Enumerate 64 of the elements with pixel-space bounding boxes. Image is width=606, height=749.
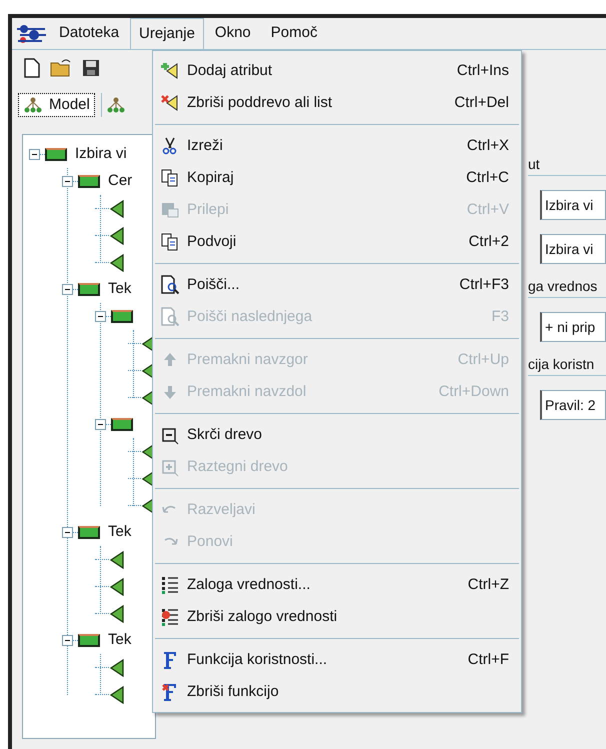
triangle-cross-icon — [160, 93, 180, 113]
magnifier-page-icon — [160, 307, 180, 327]
folder-icon — [78, 634, 100, 647]
triangle-icon — [109, 550, 125, 568]
text-field[interactable]: Izbira vi — [540, 190, 606, 220]
folder-icon — [45, 148, 67, 161]
triangle-icon — [109, 200, 125, 218]
menu-item[interactable]: Funkcija koristnosti... Ctrl+F — [153, 644, 521, 676]
collapse-toggle[interactable] — [62, 284, 73, 295]
tree-node-label[interactable]: Tek — [108, 629, 132, 652]
tree-node-label[interactable]: Cer — [108, 170, 132, 193]
triangle-icon — [109, 686, 125, 704]
triangle-plus-icon — [160, 61, 180, 81]
duplicate-icon — [160, 232, 180, 252]
open-folder-icon[interactable] — [50, 58, 72, 78]
menu-item[interactable]: Kopiraj Ctrl+C — [153, 162, 521, 194]
network-icon — [23, 96, 43, 114]
list-icon — [160, 575, 180, 595]
menu-item[interactable]: Poišči... Ctrl+F3 — [153, 269, 521, 301]
menu-bar-item[interactable]: Datoteka — [50, 17, 128, 50]
collapse-toggle[interactable] — [95, 419, 106, 430]
folder-icon — [78, 283, 100, 296]
folder-icon — [111, 310, 133, 323]
tree-node-label[interactable]: Izbira vi — [75, 143, 127, 166]
menu-bar-item[interactable]: Pomoč — [262, 17, 326, 50]
collapse-toggle[interactable] — [62, 176, 73, 187]
text-field[interactable]: + ni prip — [540, 312, 606, 342]
collapse-toggle[interactable] — [62, 527, 73, 538]
folder-icon — [78, 175, 100, 188]
menu-item[interactable]: Izreži Ctrl+X — [153, 130, 521, 162]
tree-node-label[interactable]: Tek — [108, 278, 132, 301]
tab[interactable]: Model — [18, 93, 95, 117]
triangle-icon — [109, 658, 125, 676]
triangle-icon — [109, 254, 125, 272]
paste-icon — [160, 200, 180, 220]
magnifier-page-icon — [160, 275, 180, 295]
menu-item[interactable]: Zbriši zalogo vrednosti — [153, 601, 521, 633]
triangle-icon — [109, 578, 125, 596]
new-file-icon[interactable] — [24, 58, 40, 78]
group-caption: ga vrednos — [528, 276, 606, 298]
text-field[interactable]: Pravil: 2 — [540, 390, 606, 420]
collapse-toggle[interactable] — [95, 311, 106, 322]
triangle-icon — [109, 226, 125, 244]
menu-item[interactable]: Zbriši poddrevo ali list Ctrl+Del — [153, 87, 521, 119]
tree-node-label[interactable]: Tek — [108, 521, 132, 544]
menu-item[interactable]: Dodaj atribut Ctrl+Ins — [153, 55, 521, 87]
group-caption: cija koristn — [528, 354, 606, 376]
menu-item[interactable]: Zaloga vrednosti... Ctrl+Z — [153, 569, 521, 601]
group-caption: ut — [528, 154, 606, 176]
menu-bar-item[interactable]: Okno — [206, 17, 260, 50]
collapse-toggle[interactable] — [29, 149, 40, 160]
menu-item[interactable]: Zbriši funkcijo — [153, 676, 521, 708]
network-icon — [106, 96, 126, 114]
save-icon[interactable] — [82, 59, 100, 77]
folder-icon — [111, 418, 133, 431]
text-field[interactable]: Izbira vi — [540, 234, 606, 264]
folder-icon — [78, 526, 100, 539]
triangle-icon — [109, 604, 125, 622]
menu-item[interactable]: Podvoji Ctrl+2 — [153, 226, 521, 258]
list-cross-icon — [160, 607, 180, 627]
menu-item[interactable]: Skrči drevo — [153, 419, 521, 451]
collapse-toggle[interactable] — [62, 635, 73, 646]
copy-icon — [160, 168, 180, 188]
menu-bar-item[interactable]: Urejanje — [130, 18, 204, 50]
